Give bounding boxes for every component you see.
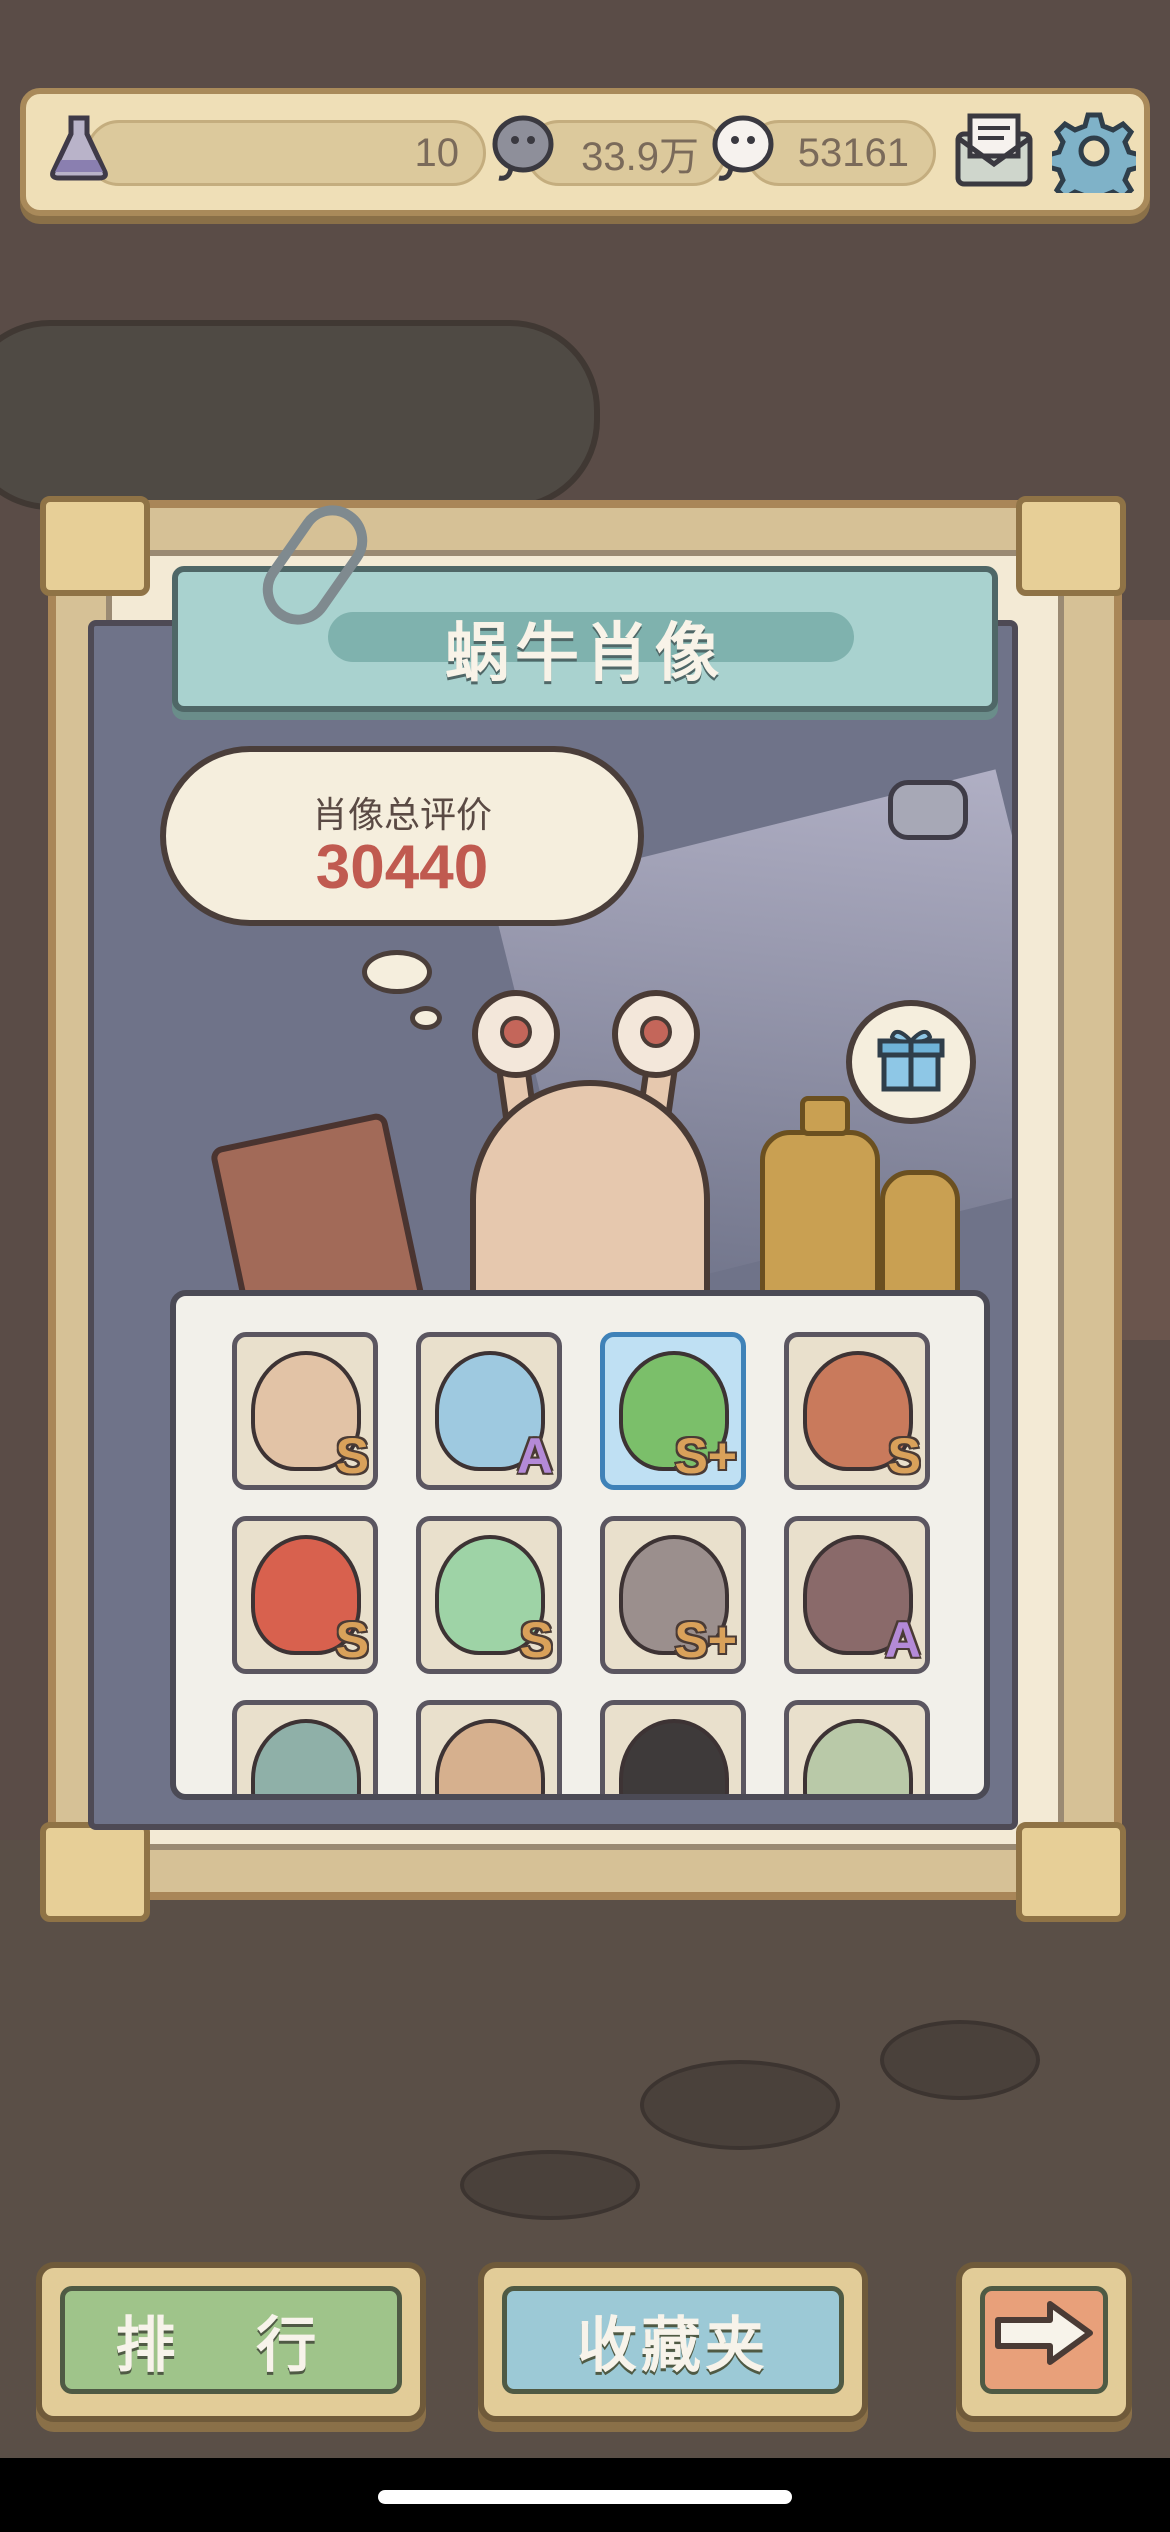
spotlight-lamp	[888, 780, 968, 840]
card-grade-badge: S+	[674, 1612, 737, 1668]
rank-button-label: 排 行	[115, 2310, 347, 2381]
portrait-card[interactable]: S+	[600, 1332, 746, 1490]
next-button-face	[980, 2286, 1108, 2394]
portrait-card-art	[435, 1719, 545, 1794]
golden-statue-hat	[800, 1096, 850, 1136]
portrait-card[interactable]	[416, 1700, 562, 1794]
portrait-card[interactable]	[600, 1700, 746, 1794]
collection-button[interactable]: 收藏夹	[478, 2262, 868, 2422]
white-tadpole-value: 53161	[797, 130, 909, 175]
card-grade-badge: S	[519, 1612, 553, 1668]
score-value: 30440	[315, 833, 489, 902]
card-grade-badge: S+	[674, 1428, 737, 1484]
resource-bar: 10 33.9万 53161	[20, 88, 1150, 216]
frame-corner	[1016, 496, 1126, 596]
rank-button[interactable]: 排 行	[36, 2262, 426, 2422]
frame-corner	[40, 496, 150, 596]
white-tadpole-icon	[706, 108, 784, 186]
mail-icon	[952, 112, 1036, 194]
golden-statue	[880, 1170, 960, 1300]
snail-eye	[472, 990, 560, 1078]
potion-flask-icon	[40, 108, 118, 186]
potion-counter: 10	[86, 120, 486, 186]
frame-corner	[40, 1822, 150, 1922]
portrait-card[interactable]: S	[232, 1516, 378, 1674]
card-grade-badge: S	[887, 1428, 921, 1484]
score-label: 肖像总评价	[311, 795, 492, 836]
portrait-card[interactable]: A	[784, 1516, 930, 1674]
gift-bubble-button[interactable]	[846, 1000, 976, 1124]
card-grade-badge: A	[884, 1612, 921, 1668]
score-bubble: 肖像总评价 30440	[160, 746, 644, 926]
portrait-card[interactable]: S	[416, 1516, 562, 1674]
settings-button[interactable]	[1045, 108, 1143, 210]
portrait-card-panel[interactable]: S A S+ S S S S+ A	[170, 1290, 990, 1800]
rank-button-face: 排 行	[60, 2286, 402, 2394]
card-grade-badge: A	[516, 1428, 553, 1484]
background-rock	[640, 2060, 840, 2150]
arrow-right-icon	[992, 2298, 1096, 2383]
collection-button-label: 收藏夹	[577, 2310, 769, 2381]
frame-corner	[1016, 1822, 1126, 1922]
home-indicator[interactable]	[378, 2490, 792, 2504]
portrait-card[interactable]: A	[416, 1332, 562, 1490]
golden-statue	[760, 1130, 880, 1300]
potion-value: 10	[414, 130, 460, 175]
background-rock	[460, 2150, 640, 2220]
portrait-card-art	[619, 1719, 729, 1794]
next-button[interactable]	[956, 2262, 1132, 2422]
portrait-card[interactable]: S	[784, 1332, 930, 1490]
card-grade-badge: S	[335, 1428, 369, 1484]
thought-bubble	[362, 950, 432, 994]
gift-icon	[876, 1025, 946, 1099]
thought-bubble	[410, 1006, 442, 1030]
snail-eye	[612, 990, 700, 1078]
background-rock	[880, 2020, 1040, 2100]
gear-icon	[1045, 109, 1143, 210]
portrait-card[interactable]	[784, 1700, 930, 1794]
dark-tadpole-value: 33.9万	[581, 135, 699, 179]
portrait-card-art	[251, 1719, 361, 1794]
dark-tadpole-icon	[486, 108, 564, 186]
card-grade-badge: S	[335, 1612, 369, 1668]
collection-button-face: 收藏夹	[502, 2286, 844, 2394]
portrait-card-art	[803, 1719, 913, 1794]
portrait-card[interactable]	[232, 1700, 378, 1794]
portrait-card[interactable]: S+	[600, 1516, 746, 1674]
portrait-card[interactable]: S	[232, 1332, 378, 1490]
mail-button[interactable]	[946, 108, 1042, 198]
background-pipe	[0, 320, 600, 510]
